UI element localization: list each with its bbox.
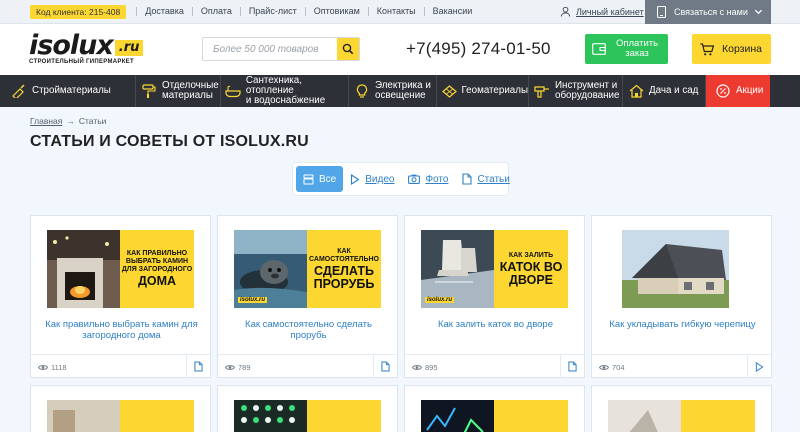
article-image (421, 400, 568, 432)
category-electrical[interactable]: Электрика и освещение (349, 75, 437, 107)
trowel-icon (6, 84, 32, 98)
camera-icon (408, 174, 421, 184)
top-link-delivery[interactable]: Доставка (136, 7, 192, 16)
percent-icon (710, 84, 736, 98)
eye-icon (225, 364, 235, 371)
category-building-materials[interactable]: Стройматериалы (0, 75, 136, 107)
article-title[interactable]: Как самостоятельно сделать прорубь (226, 319, 391, 341)
eye-icon (599, 364, 609, 371)
personal-cabinet-link[interactable]: Личный кабинет (560, 6, 644, 17)
breadcrumb-separator: → (66, 116, 75, 126)
view-count: 895 (412, 363, 438, 372)
article-type-document[interactable] (560, 355, 584, 378)
article-card[interactable]: Как укладывать гибкую черепицу 704 (591, 215, 772, 378)
article-image (608, 400, 755, 432)
play-icon (755, 361, 764, 372)
article-card[interactable] (404, 385, 585, 432)
eye-icon (412, 364, 422, 371)
view-count: 1118 (38, 363, 67, 372)
article-image: КАК САМОСТОЯТЕЛЬНО СДЕЛАТЬ ПРОРУБЬ isolux… (234, 230, 381, 308)
house-icon (623, 84, 649, 98)
search-button[interactable] (337, 38, 359, 60)
isolux-logo: isolux.ru (425, 297, 455, 303)
tab-photo[interactable]: Фото (401, 166, 455, 192)
category-garden[interactable]: Дача и сад (623, 75, 706, 107)
article-type-video[interactable] (747, 355, 771, 378)
isolux-logo[interactable]: isolux .ru СТРОИТЕЛЬНЫЙ ГИПЕРМАРКЕТ (29, 32, 144, 65)
phone-icon (657, 6, 666, 18)
client-code: Код клиента: 215-408 (30, 4, 127, 19)
play-icon (350, 173, 360, 185)
document-icon (462, 173, 472, 185)
article-card[interactable] (591, 385, 772, 432)
cart-button[interactable]: Корзина (692, 34, 771, 64)
top-link-pricelist[interactable]: Прайс-лист (239, 7, 305, 16)
article-image: КАК ПРАВИЛЬНО ВЫБРАТЬ КАМИН ДЛЯ ЗАГОРОДН… (47, 230, 194, 308)
view-count: 704 (599, 363, 625, 372)
article-image: КАК ЗАЛИТЬ КАТОК ВО ДВОРЕ isolux.ru (421, 230, 568, 308)
top-link-payment[interactable]: Оплата (191, 7, 240, 16)
search-icon (342, 43, 354, 55)
top-link-wholesale[interactable]: Оптовикам (304, 7, 368, 16)
article-card[interactable]: КАК ЗАЛИТЬ КАТОК ВО ДВОРЕ isolux.ru Как з… (404, 215, 585, 378)
isolux-logo: isolux.ru (238, 297, 268, 303)
site-header: isolux.ru СТРОИТЕЛЬНЫЙ ГИПЕРМАРКЕТ +7(49… (0, 24, 800, 75)
top-link-vacancies[interactable]: Вакансии (423, 7, 481, 16)
drill-icon (529, 85, 555, 98)
tab-all[interactable]: Все (296, 166, 344, 192)
category-tools[interactable]: Инструмент и оборудование (529, 75, 623, 107)
tab-video[interactable]: Видео (343, 166, 401, 192)
user-icon (560, 6, 571, 17)
article-title[interactable]: Как правильно выбрать камин для загородн… (39, 319, 204, 341)
tab-articles[interactable]: Статьи (455, 166, 516, 192)
phone-number[interactable]: +7(495) 274-01-50 (406, 39, 551, 59)
breadcrumb-home[interactable]: Главная (30, 116, 62, 126)
category-sale[interactable]: Акции (706, 75, 770, 107)
cart-icon (692, 42, 722, 56)
article-image (47, 400, 194, 432)
category-geomaterials[interactable]: Геоматериалы (437, 75, 529, 107)
breadcrumb: Главная → Статьи (30, 116, 106, 126)
bathtub-icon (221, 85, 246, 98)
article-filter-tabs: Все Видео Фото Статьи (292, 162, 510, 196)
article-card[interactable]: КАК САМОСТОЯТЕЛЬНО СДЕЛАТЬ ПРОРУБЬ isolux… (217, 215, 398, 378)
pay-order-button[interactable]: Оплатить заказ (585, 34, 668, 64)
contact-us-button[interactable]: Связаться с нами (645, 0, 771, 24)
category-finishing-materials[interactable]: Отделочные материалы (136, 75, 221, 107)
top-link-contacts[interactable]: Контакты (367, 7, 424, 16)
search-box (202, 37, 360, 61)
article-type-document[interactable] (373, 355, 397, 378)
category-plumbing-heating[interactable]: Сантехника, отопление и водоснабжение (221, 75, 349, 107)
article-card[interactable] (217, 385, 398, 432)
search-input[interactable] (203, 38, 337, 60)
top-bar: Код клиента: 215-408 Доставка Оплата Пра… (0, 0, 800, 24)
breadcrumb-current: Статьи (78, 116, 107, 126)
document-icon (381, 361, 390, 372)
chevron-down-icon (754, 7, 763, 16)
top-nav: Доставка Оплата Прайс-лист Оптовикам Кон… (136, 7, 480, 16)
page-title: СТАТЬИ И СОВЕТЫ ОТ ISOLUX.RU (30, 133, 309, 150)
article-image (622, 230, 729, 308)
document-icon (568, 361, 577, 372)
article-card[interactable] (30, 385, 211, 432)
document-icon (194, 361, 203, 372)
article-title[interactable]: Как укладывать гибкую черепицу (600, 319, 765, 330)
view-count: 789 (225, 363, 251, 372)
category-nav: Стройматериалы Отделочные материалы Сант… (0, 75, 800, 107)
article-type-document[interactable] (186, 355, 210, 378)
article-title[interactable]: Как залить каток во дворе (413, 319, 578, 330)
all-icon (303, 174, 314, 185)
geogrid-icon (437, 84, 462, 98)
paint-roller-icon (136, 84, 162, 98)
eye-icon (38, 364, 48, 371)
lightbulb-icon (349, 83, 375, 99)
article-card[interactable]: КАК ПРАВИЛЬНО ВЫБРАТЬ КАМИН ДЛЯ ЗАГОРОДН… (30, 215, 211, 378)
article-image (234, 400, 381, 432)
wallet-icon (585, 43, 613, 55)
